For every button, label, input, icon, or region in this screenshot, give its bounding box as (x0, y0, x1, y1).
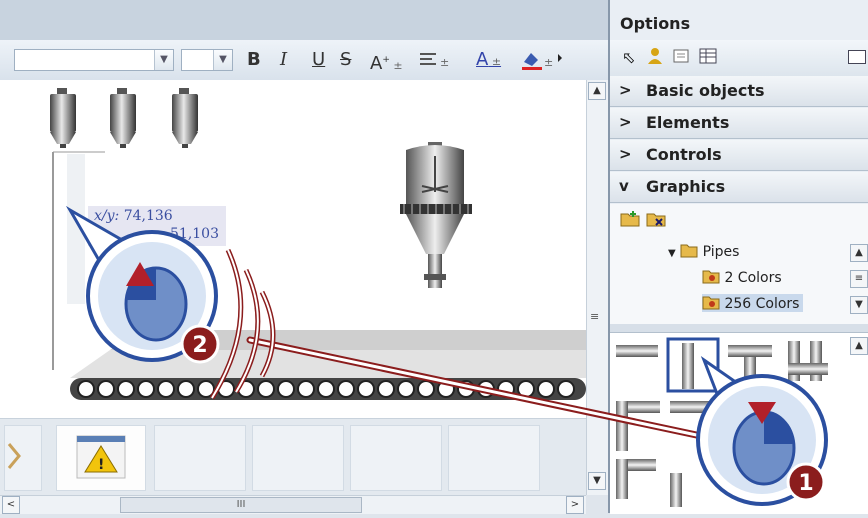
callout-step-1: 1 (786, 462, 826, 502)
callout-step-2: 2 (180, 324, 220, 364)
drag-drop-annotation: 2 1 (65, 205, 828, 506)
step-1-number: 1 (798, 471, 813, 496)
step-2-number: 2 (192, 333, 207, 358)
